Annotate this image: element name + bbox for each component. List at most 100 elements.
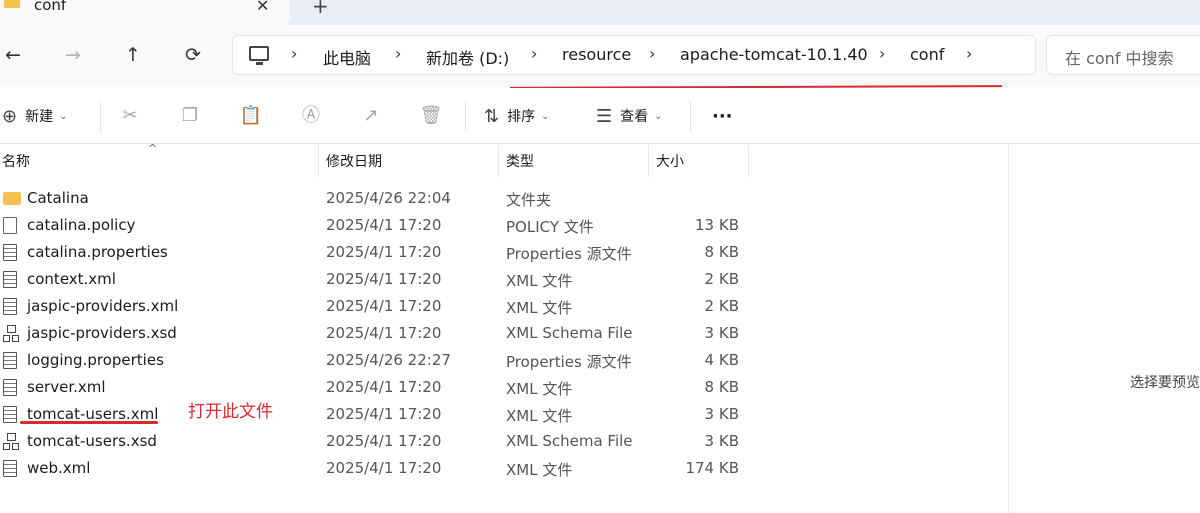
file-size: 8 KB [704, 378, 739, 396]
copy-icon[interactable]: ❐ [178, 104, 202, 128]
file-size: 8 KB [704, 243, 739, 261]
file-name: jaspic-providers.xml [27, 297, 179, 315]
toolbar-divider [100, 102, 101, 132]
file-type: Properties 源文件 [506, 353, 632, 371]
annotation-text: 打开此文件 [188, 402, 273, 422]
file-name: catalina.properties [27, 243, 168, 261]
sort-label: 排序 [507, 109, 536, 125]
column-size[interactable]: 大小 [656, 151, 684, 171]
new-button[interactable]: ⊕ 新建 ⌄ [2, 104, 67, 128]
schema-file-icon [3, 325, 17, 342]
breadcrumb-resource[interactable]: resource [562, 45, 631, 64]
file-row[interactable]: web.xml 2025/4/1 17:20 XML 文件 174 KB [0, 455, 1008, 482]
column-divider[interactable] [318, 145, 319, 177]
file-name: logging.properties [27, 351, 164, 369]
share-icon[interactable]: ↗ [359, 104, 383, 128]
new-tab-button[interactable]: + [312, 0, 329, 18]
paste-icon[interactable]: 📋 [239, 104, 263, 128]
chevron-right-icon[interactable]: › [966, 44, 972, 63]
delete-icon[interactable]: 🗑 [419, 104, 443, 128]
view-list-icon: ☰ [596, 105, 613, 127]
annotation-underline [20, 421, 158, 424]
text-file-icon [3, 244, 17, 261]
toolbar-divider [465, 102, 466, 132]
schema-file-icon [3, 433, 17, 450]
view-button[interactable]: ☰ 查看 ⌄ [596, 104, 663, 128]
file-row[interactable]: context.xml 2025/4/1 17:20 XML 文件 2 KB [0, 266, 1008, 293]
folder-icon [4, 0, 20, 8]
file-row[interactable]: catalina.properties 2025/4/1 17:20 Propert… [0, 239, 1008, 266]
file-name: Catalina [27, 189, 89, 207]
file-name: jaspic-providers.xsd [27, 324, 177, 342]
file-size: 3 KB [704, 324, 739, 342]
file-row[interactable]: jaspic-providers.xsd 2025/4/1 17:20 XML Sc… [0, 320, 1008, 347]
sort-icon: ⇅ [484, 105, 500, 127]
file-size: 3 KB [704, 405, 739, 423]
file-row[interactable]: Catalina 2025/4/26 22:04 文件夹 [0, 185, 1008, 212]
file-type: XML 文件 [506, 380, 573, 398]
address-row: ← → ↑ ⟳ › 此电脑 › 新加卷 (D:) › resource › ap… [0, 25, 1200, 87]
breadcrumb-this-pc[interactable]: 此电脑 [323, 45, 371, 69]
file-date: 2025/4/1 17:20 [326, 270, 442, 288]
text-file-icon [3, 406, 17, 423]
file-date: 2025/4/1 17:20 [326, 459, 442, 477]
text-file-icon [3, 298, 17, 315]
chevron-right-icon[interactable]: › [649, 44, 655, 63]
file-name: web.xml [27, 459, 91, 477]
refresh-button[interactable]: ⟳ [180, 41, 206, 69]
file-type: Properties 源文件 [506, 245, 632, 263]
file-row[interactable]: tomcat-users.xsd 2025/4/1 17:20 XML Schema… [0, 428, 1008, 455]
breadcrumb-drive-d[interactable]: 新加卷 (D:) [426, 45, 509, 69]
file-date: 2025/4/1 17:20 [326, 297, 442, 315]
tab-title: conf [34, 0, 67, 14]
search-input[interactable]: 在 conf 中搜索 [1046, 35, 1200, 75]
file-name: tomcat-users.xsd [27, 432, 157, 450]
breadcrumb-tomcat[interactable]: apache-tomcat-10.1.40 [680, 45, 868, 64]
view-label: 查看 [620, 109, 649, 125]
text-file-icon [3, 271, 17, 288]
forward-button[interactable]: → [60, 41, 86, 69]
tab-strip: conf ✕ + [0, 0, 1200, 25]
column-type[interactable]: 类型 [506, 151, 534, 171]
column-divider[interactable] [748, 145, 749, 177]
rename-icon[interactable]: Ⓐ [299, 104, 323, 128]
file-row[interactable]: jaspic-providers.xml 2025/4/1 17:20 XML 文件… [0, 293, 1008, 320]
preview-pane-divider[interactable] [1008, 145, 1009, 513]
tab-conf[interactable]: conf ✕ [0, 0, 290, 25]
chevron-right-icon[interactable]: › [291, 44, 297, 63]
sort-button[interactable]: ⇅ 排序 ⌄ [484, 104, 549, 128]
cut-icon[interactable]: ✂ [118, 104, 142, 128]
file-date: 2025/4/1 17:20 [326, 324, 442, 342]
chevron-right-icon[interactable]: › [395, 44, 401, 63]
text-file-icon [3, 460, 17, 477]
file-size: 174 KB [685, 459, 739, 477]
file-size: 2 KB [704, 270, 739, 288]
breadcrumb-conf[interactable]: conf [910, 45, 944, 64]
file-icon [3, 217, 17, 234]
file-date: 2025/4/1 17:20 [326, 243, 442, 261]
chevron-right-icon[interactable]: › [531, 44, 537, 63]
up-button[interactable]: ↑ [120, 41, 146, 69]
back-button[interactable]: ← [0, 41, 26, 69]
chevron-right-icon[interactable]: › [879, 44, 885, 63]
text-file-icon [3, 352, 17, 369]
folder-icon [3, 192, 21, 205]
file-row[interactable]: logging.properties 2025/4/26 22:27 Propert… [0, 347, 1008, 374]
file-row[interactable]: server.xml 2025/4/1 17:20 XML 文件 8 KB [0, 374, 1008, 401]
address-bar[interactable]: › 此电脑 › 新加卷 (D:) › resource › apache-tom… [232, 35, 1036, 75]
close-icon[interactable]: ✕ [256, 0, 269, 15]
column-divider[interactable] [498, 145, 499, 177]
file-size: 4 KB [704, 351, 739, 369]
column-name[interactable]: 名称 [2, 151, 30, 171]
preview-placeholder: 选择要预览 [1130, 375, 1200, 391]
column-divider[interactable] [648, 145, 649, 177]
sort-up-icon: ^ [148, 142, 158, 155]
file-type: 文件夹 [506, 191, 552, 209]
file-list: Catalina 2025/4/26 22:04 文件夹 catalina.polic… [0, 185, 1008, 482]
file-row[interactable]: catalina.policy 2025/4/1 17:20 POLICY 文件 13… [0, 212, 1008, 239]
plus-circle-icon: ⊕ [2, 105, 18, 127]
file-date: 2025/4/1 17:20 [326, 378, 442, 396]
column-date[interactable]: 修改日期 [326, 151, 382, 171]
more-options-button[interactable]: ··· [712, 104, 733, 128]
file-date: 2025/4/1 17:20 [326, 216, 442, 234]
